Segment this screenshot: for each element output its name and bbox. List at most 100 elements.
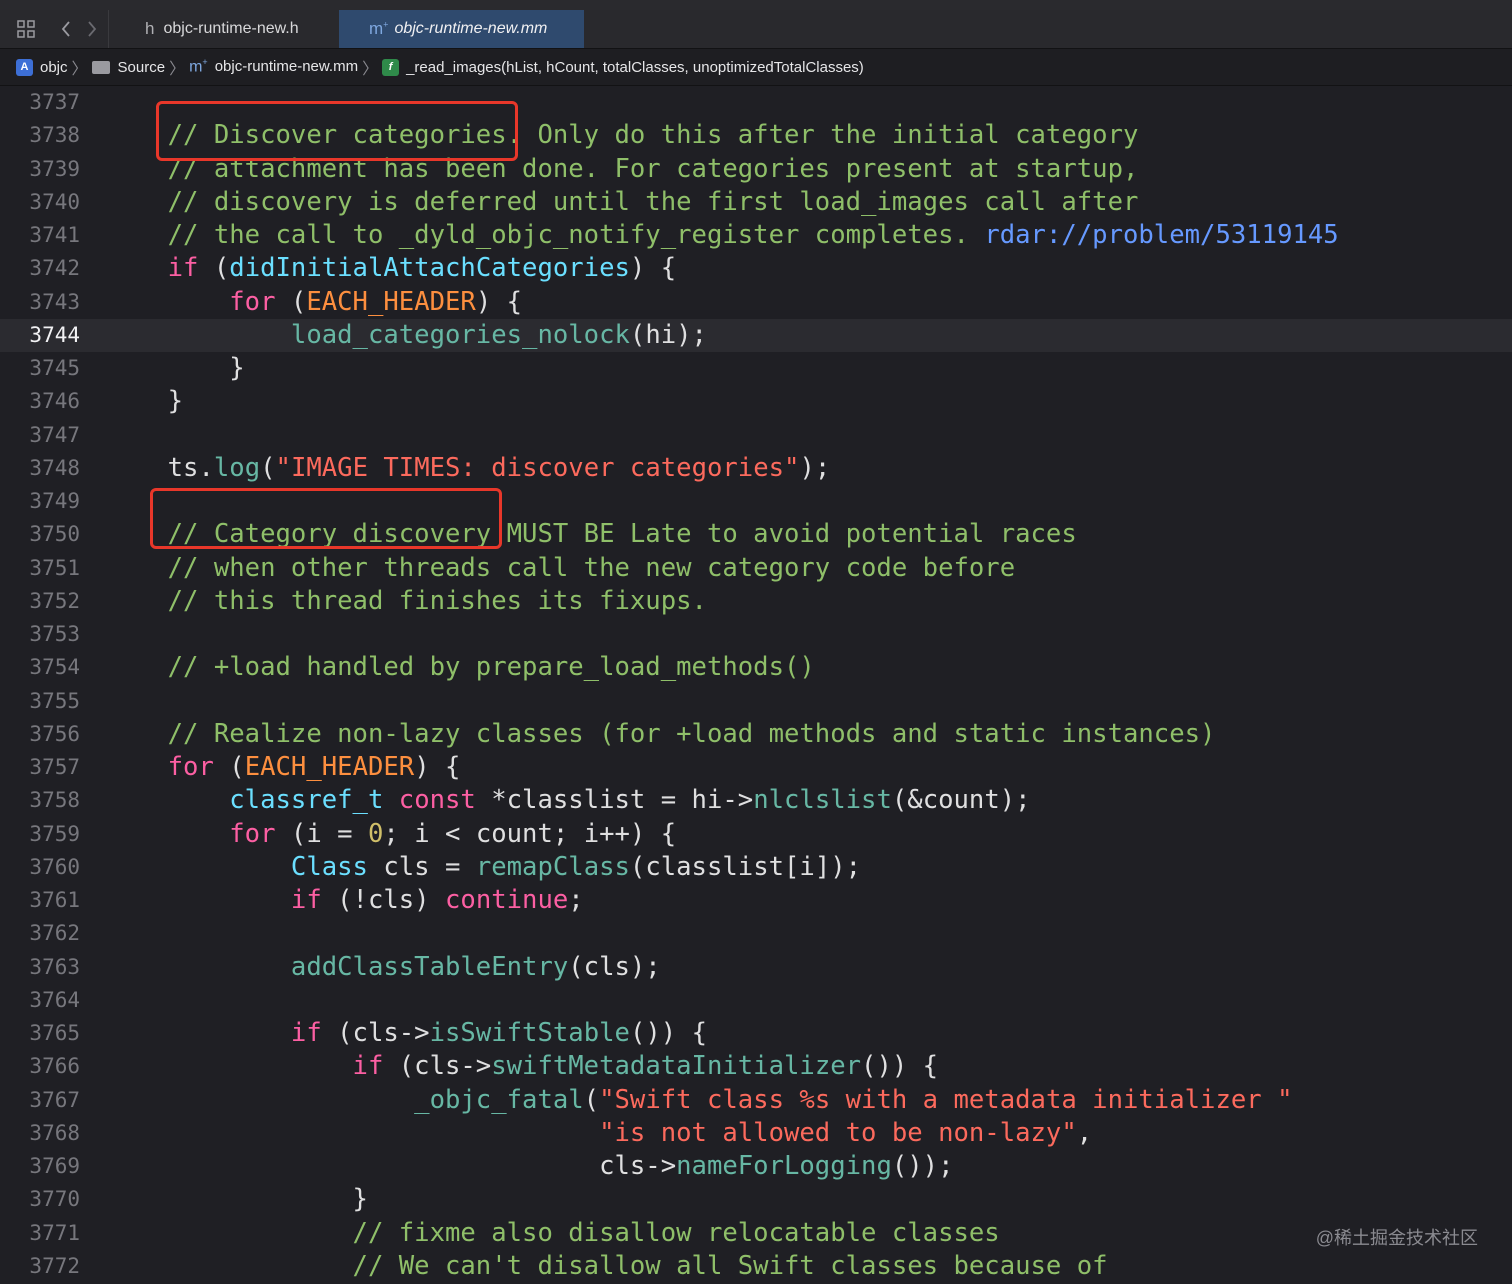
- breadcrumb-folder[interactable]: Source: [91, 59, 165, 76]
- code-text[interactable]: for (i = 0; i < count; i++) {: [106, 818, 676, 851]
- code-line[interactable]: 3751 // when other threads call the new …: [0, 552, 1512, 585]
- code-text[interactable]: // We can't disallow all Swift classes b…: [106, 1250, 1108, 1283]
- code-text[interactable]: _objc_fatal("Swift class %s with a metad…: [106, 1084, 1292, 1117]
- code-text[interactable]: }: [106, 385, 183, 418]
- line-number[interactable]: 3770: [0, 1183, 80, 1216]
- code-text[interactable]: // this thread finishes its fixups.: [106, 585, 707, 618]
- code-text[interactable]: }: [106, 352, 244, 385]
- line-number[interactable]: 3772: [0, 1250, 80, 1283]
- line-number[interactable]: 3740: [0, 186, 80, 219]
- code-line[interactable]: 3745 }: [0, 352, 1512, 385]
- line-number[interactable]: 3753: [0, 618, 80, 651]
- line-number[interactable]: 3737: [0, 86, 80, 119]
- code-text[interactable]: // fixme also disallow relocatable class…: [106, 1217, 1000, 1250]
- line-number[interactable]: 3752: [0, 585, 80, 618]
- line-number[interactable]: 3768: [0, 1117, 80, 1150]
- code-line[interactable]: 3741 // the call to _dyld_objc_notify_re…: [0, 219, 1512, 252]
- line-number[interactable]: 3756: [0, 718, 80, 751]
- line-number[interactable]: 3744: [0, 319, 80, 352]
- code-text[interactable]: if (cls->swiftMetadataInitializer()) {: [106, 1050, 939, 1083]
- code-line[interactable]: 3758 classref_t const *classlist = hi->n…: [0, 784, 1512, 817]
- code-text[interactable]: // Realize non-lazy classes (for +load m…: [106, 718, 1216, 751]
- code-line[interactable]: 3761 if (!cls) continue;: [0, 884, 1512, 917]
- code-text[interactable]: if (cls->isSwiftStable()) {: [106, 1017, 707, 1050]
- tab-objc-runtime-new-mm[interactable]: m+ objc-runtime-new.mm: [339, 10, 584, 48]
- line-number[interactable]: 3767: [0, 1084, 80, 1117]
- code-line[interactable]: 3748 ts.log("IMAGE TIMES: discover categ…: [0, 452, 1512, 485]
- breadcrumb-file[interactable]: m+ objc-runtime-new.mm: [189, 57, 358, 76]
- code-text[interactable]: // discovery is deferred until the first…: [106, 186, 1139, 219]
- code-line[interactable]: 3753: [0, 618, 1512, 651]
- line-number[interactable]: 3745: [0, 352, 80, 385]
- code-line[interactable]: 3770 }: [0, 1183, 1512, 1216]
- line-number[interactable]: 3738: [0, 119, 80, 152]
- line-number[interactable]: 3739: [0, 153, 80, 186]
- code-line[interactable]: 3757 for (EACH_HEADER) {: [0, 751, 1512, 784]
- code-line[interactable]: 3766 if (cls->swiftMetadataInitializer()…: [0, 1050, 1512, 1083]
- code-line[interactable]: 3759 for (i = 0; i < count; i++) {: [0, 818, 1512, 851]
- code-line[interactable]: 3743 for (EACH_HEADER) {: [0, 286, 1512, 319]
- line-number[interactable]: 3751: [0, 552, 80, 585]
- code-text[interactable]: Class cls = remapClass(classlist[i]);: [106, 851, 861, 884]
- line-number[interactable]: 3761: [0, 884, 80, 917]
- code-line[interactable]: 3760 Class cls = remapClass(classlist[i]…: [0, 851, 1512, 884]
- code-text[interactable]: classref_t const *classlist = hi->nlclsl…: [106, 784, 1030, 817]
- code-text[interactable]: for (EACH_HEADER) {: [106, 286, 522, 319]
- tab-objc-runtime-new-h[interactable]: h objc-runtime-new.h: [108, 10, 338, 48]
- line-number[interactable]: 3757: [0, 751, 80, 784]
- line-number[interactable]: 3747: [0, 419, 80, 452]
- line-number[interactable]: 3748: [0, 452, 80, 485]
- line-number[interactable]: 3765: [0, 1017, 80, 1050]
- chevron-right-icon[interactable]: [82, 16, 102, 42]
- code-text[interactable]: // when other threads call the new categ…: [106, 552, 1016, 585]
- line-number[interactable]: 3741: [0, 219, 80, 252]
- code-text[interactable]: // +load handled by prepare_load_methods…: [106, 651, 815, 684]
- code-editor[interactable]: 3737 3738 // Discover categories. Only do…: [0, 86, 1512, 1284]
- code-line[interactable]: 3744 load_categories_nolock(hi);: [0, 318, 1512, 352]
- code-text[interactable]: load_categories_nolock(hi);: [106, 319, 707, 352]
- code-line[interactable]: 3740 // discovery is deferred until the …: [0, 186, 1512, 219]
- code-text[interactable]: // the call to _dyld_objc_notify_registe…: [106, 219, 1339, 252]
- line-number[interactable]: 3763: [0, 951, 80, 984]
- code-line[interactable]: 3764: [0, 984, 1512, 1017]
- code-line[interactable]: 3767 _objc_fatal("Swift class %s with a …: [0, 1084, 1512, 1117]
- code-line[interactable]: 3756 // Realize non-lazy classes (for +l…: [0, 718, 1512, 751]
- breadcrumb-function[interactable]: f _read_images(hList, hCount, totalClass…: [382, 58, 864, 76]
- code-line[interactable]: 3746 }: [0, 385, 1512, 418]
- line-number[interactable]: 3769: [0, 1150, 80, 1183]
- line-number[interactable]: 3746: [0, 385, 80, 418]
- breadcrumb-project[interactable]: A objc: [16, 58, 68, 76]
- code-text[interactable]: for (EACH_HEADER) {: [106, 751, 461, 784]
- code-text[interactable]: if (didInitialAttachCategories) {: [106, 252, 677, 285]
- code-line[interactable]: 3768 "is not allowed to be non-lazy",: [0, 1117, 1512, 1150]
- line-number[interactable]: 3758: [0, 784, 80, 817]
- line-number[interactable]: 3750: [0, 518, 80, 551]
- line-number[interactable]: 3742: [0, 252, 80, 285]
- code-line[interactable]: 3747: [0, 419, 1512, 452]
- code-line[interactable]: 3752 // this thread finishes its fixups.: [0, 585, 1512, 618]
- line-number[interactable]: 3755: [0, 685, 80, 718]
- line-number[interactable]: 3759: [0, 818, 80, 851]
- line-number[interactable]: 3754: [0, 651, 80, 684]
- code-line[interactable]: 3755: [0, 685, 1512, 718]
- code-text[interactable]: }: [106, 1183, 368, 1216]
- code-line[interactable]: 3742 if (didInitialAttachCategories) {: [0, 252, 1512, 285]
- code-line[interactable]: 3771 // fixme also disallow relocatable …: [0, 1217, 1512, 1250]
- line-number[interactable]: 3771: [0, 1217, 80, 1250]
- code-token-link[interactable]: rdar://problem/53119145: [984, 220, 1338, 250]
- code-line[interactable]: 3772 // We can't disallow all Swift clas…: [0, 1250, 1512, 1283]
- code-line[interactable]: 3754 // +load handled by prepare_load_me…: [0, 651, 1512, 684]
- line-number[interactable]: 3764: [0, 984, 80, 1017]
- code-line[interactable]: 3765 if (cls->isSwiftStable()) {: [0, 1017, 1512, 1050]
- chevron-left-icon[interactable]: [56, 16, 76, 42]
- code-text[interactable]: if (!cls) continue;: [106, 884, 584, 917]
- code-line[interactable]: 3769 cls->nameForLogging());: [0, 1150, 1512, 1183]
- code-line[interactable]: 3762: [0, 917, 1512, 950]
- grid-icon[interactable]: [14, 16, 38, 42]
- code-text[interactable]: "is not allowed to be non-lazy",: [106, 1117, 1092, 1150]
- line-number[interactable]: 3743: [0, 286, 80, 319]
- line-number[interactable]: 3760: [0, 851, 80, 884]
- code-line[interactable]: 3763 addClassTableEntry(cls);: [0, 951, 1512, 984]
- code-text[interactable]: cls->nameForLogging());: [106, 1150, 953, 1183]
- code-text[interactable]: ts.log("IMAGE TIMES: discover categories…: [106, 452, 831, 485]
